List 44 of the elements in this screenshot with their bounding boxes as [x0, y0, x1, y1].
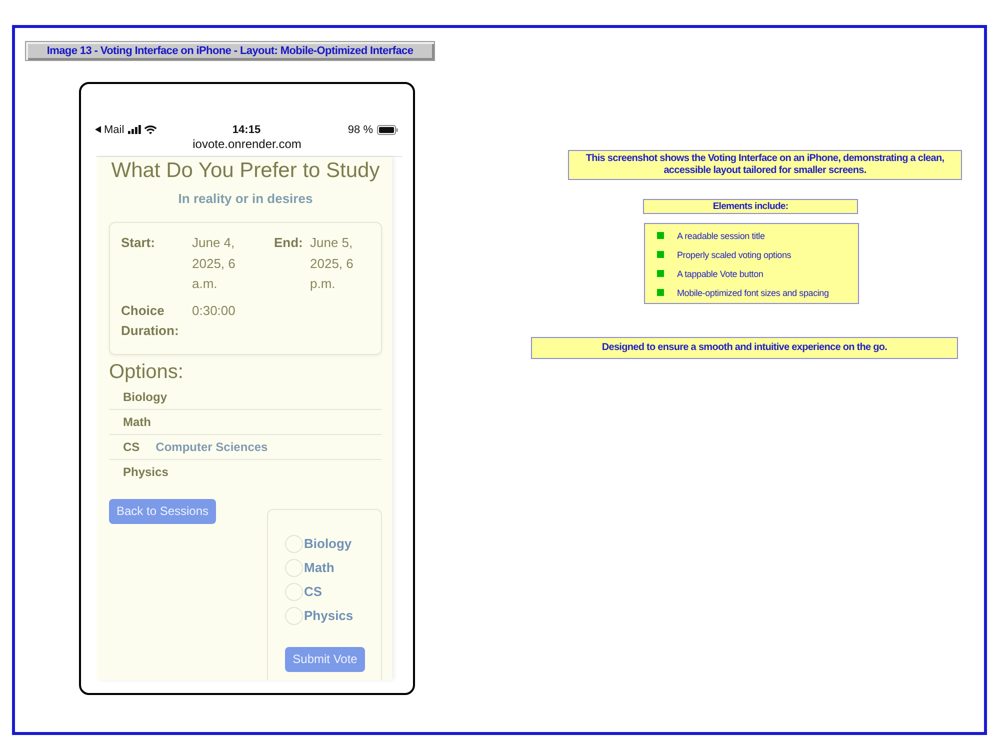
battery-icon	[377, 124, 398, 134]
element-item: A tappable Vote button	[677, 268, 764, 278]
back-button[interactable]: Back to Sessions	[109, 498, 216, 524]
bullet-square-icon	[657, 289, 664, 296]
option-name: Math	[123, 414, 151, 428]
clock-time: 14:15	[232, 124, 261, 136]
element-item: Mobile-optimized font sizes and spacing	[677, 288, 829, 298]
closing-note: Designed to ensure a smooth and intuitive experience on the go.	[531, 337, 958, 359]
choice-label[interactable]: Biology	[304, 536, 352, 551]
session-subtitle: In reality or in desires	[177, 191, 314, 207]
bullet-square-icon	[657, 251, 664, 258]
radio-button[interactable]	[285, 582, 303, 600]
submit-vote-button[interactable]: Submit Vote	[285, 646, 365, 672]
option-name: Physics	[123, 464, 168, 478]
back-app-label[interactable]: Mail	[104, 124, 124, 136]
detail-label: End:	[274, 234, 304, 252]
element-item: A readable session title	[677, 230, 765, 240]
caption-label: Image 13 - Voting Interface on iPhone - Layout: Mobile-Optimized Interface	[25, 41, 435, 61]
detail-label: Start:	[121, 234, 156, 252]
radio-button[interactable]	[285, 534, 303, 552]
choice-label[interactable]: Math	[304, 560, 334, 575]
radio-button[interactable]	[285, 606, 303, 624]
wifi-icon	[144, 124, 158, 134]
choice-label[interactable]: CS	[304, 584, 322, 599]
battery-percent: 98 %	[348, 124, 373, 136]
bullet-square-icon	[657, 232, 664, 239]
detail-value: June 5, 2025, 6 p.m.	[310, 234, 354, 293]
option-name: Biology	[123, 390, 167, 404]
detail-value: 0:30:00	[192, 302, 236, 320]
element-item: Properly scaled voting options	[677, 250, 792, 260]
back-triangle-icon[interactable]	[95, 126, 101, 133]
elements-heading: Elements include:	[643, 199, 858, 214]
option-name: CS	[123, 440, 140, 454]
url-label: iovote.onrender.com	[192, 137, 302, 151]
bullet-square-icon	[657, 270, 664, 277]
radio-button[interactable]	[285, 558, 303, 576]
detail-value: June 4, 2025, 6 a.m.	[192, 234, 236, 293]
choice-label[interactable]: Physics	[304, 608, 354, 623]
signal-icon	[128, 125, 142, 134]
session-title: What Do You Prefer to Study	[110, 158, 381, 184]
options-heading: Options:	[109, 360, 184, 384]
summary-note: This screenshot shows the Voting Interface on an iPhone, demonstrating a clean, accessible layout tailored for smaller screens.	[568, 150, 962, 180]
detail-label: Choice Duration:	[121, 302, 180, 340]
option-description: Computer Sciences	[156, 440, 268, 454]
